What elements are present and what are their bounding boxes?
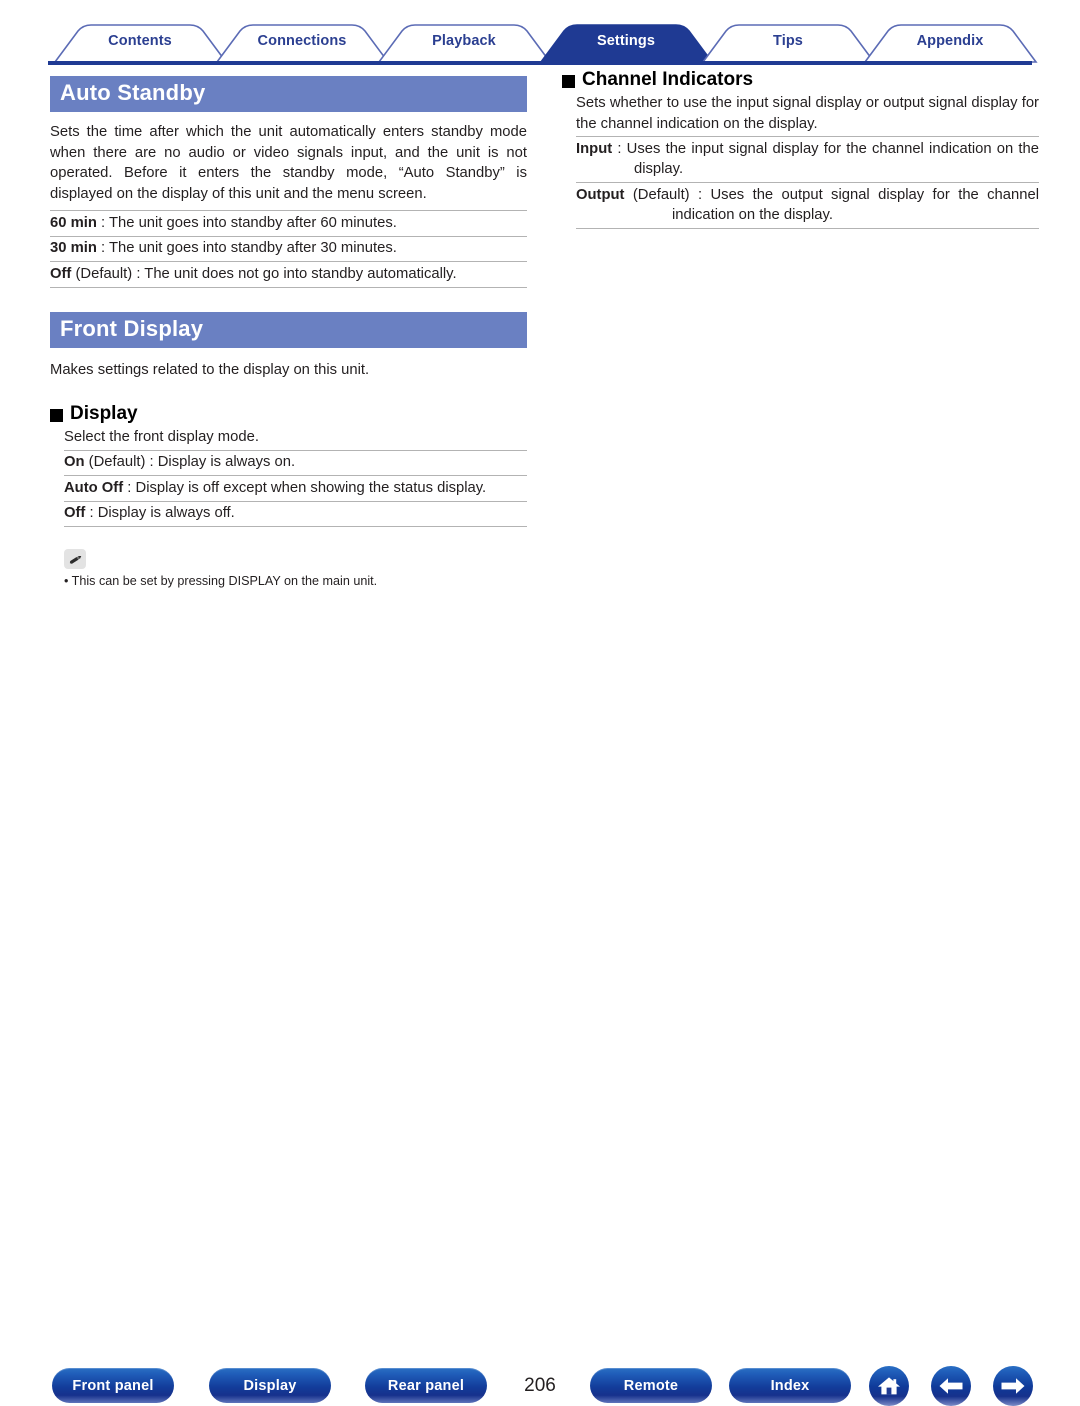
option-term: Off xyxy=(50,265,72,282)
auto-standby-title: Auto Standby xyxy=(50,76,527,112)
section-front-display: Front Display Makes settings related to … xyxy=(50,311,527,591)
left-column: Auto Standby Sets the time after which t… xyxy=(50,76,527,590)
tab-contents[interactable]: Contents xyxy=(108,33,172,49)
option-row: Output (Default) : Uses the output signa… xyxy=(576,182,1039,229)
front-display-intro: Makes settings related to the display on… xyxy=(50,361,370,378)
tab-connections[interactable]: Connections xyxy=(258,33,347,49)
arrow-left-icon xyxy=(939,1378,963,1394)
option-row: Input : Uses the input signal display fo… xyxy=(576,136,1039,182)
option-text: : Display is off except when showing the… xyxy=(123,479,487,496)
option-row: 60 min : The unit goes into standby afte… xyxy=(50,210,527,236)
option-row: Auto Off : Display is off except when sh… xyxy=(64,475,527,501)
note-text: • This can be set by pressing DISPLAY on… xyxy=(64,574,378,588)
option-row: Off : Display is always off. xyxy=(64,500,527,527)
footer-bar: Front panel Display Rear panel 206 Remot… xyxy=(0,676,1080,1406)
channel-indicators-description: Sets whether to use the input signal dis… xyxy=(576,95,1039,132)
option-term: Auto Off xyxy=(64,479,124,496)
square-bullet-icon xyxy=(50,408,63,422)
display-heading-label: Display xyxy=(70,403,138,424)
tab-baseline xyxy=(48,61,1032,65)
option-row: 30 min : The unit goes into standby afte… xyxy=(50,235,527,262)
page-number: 206 xyxy=(524,1375,556,1396)
option-text: (Default) : The unit does not go into st… xyxy=(71,265,457,282)
section-channel-indicators: Channel Indicators Sets whether to use t… xyxy=(562,68,1039,229)
footer-button-remote[interactable]: Remote xyxy=(590,1368,712,1403)
option-term: On xyxy=(64,454,85,470)
option-text: : The unit goes into standby after 60 mi… xyxy=(96,214,397,231)
tab-bar: Contents Connections Playback Settings T… xyxy=(0,0,1080,66)
footer-button-display[interactable]: Display xyxy=(209,1368,331,1403)
note-block: • This can be set by pressing DISPLAY on… xyxy=(50,549,527,590)
footer-button-forward[interactable] xyxy=(993,1366,1033,1406)
channel-indicators-body: Sets whether to use the input signal dis… xyxy=(562,93,1039,229)
tab-appendix[interactable]: Appendix xyxy=(917,33,984,49)
channel-indicators-heading-label: Channel Indicators xyxy=(582,69,754,90)
option-text: (Default) : Display is always on. xyxy=(84,454,296,470)
section-auto-standby: Auto Standby Sets the time after which t… xyxy=(50,76,527,288)
display-body: Select the front display mode. On (Defau… xyxy=(50,427,527,527)
pencil-glyph xyxy=(69,555,81,564)
page-content: Auto Standby Sets the time after which t… xyxy=(0,66,1080,676)
footer-button-index[interactable]: Index xyxy=(729,1368,851,1403)
option-text: : Display is always off. xyxy=(85,505,235,521)
channel-indicators-options: Input : Uses the input signal display fo… xyxy=(576,136,1039,229)
pencil-icon xyxy=(64,549,86,569)
option-term: Off xyxy=(64,505,86,521)
display-description: Select the front display mode. xyxy=(64,429,259,445)
option-term: Output xyxy=(576,186,625,203)
footer-button-rear-panel[interactable]: Rear panel xyxy=(365,1368,487,1403)
channel-indicators-heading: Channel Indicators xyxy=(562,68,1039,92)
option-text: (Default) : Uses the output signal displ… xyxy=(624,186,1039,224)
option-row: On (Default) : Display is always on. xyxy=(64,449,527,476)
arrow-right-icon xyxy=(1001,1378,1025,1394)
footer-button-back[interactable] xyxy=(931,1366,971,1406)
auto-standby-options: 60 min : The unit goes into standby afte… xyxy=(50,210,527,288)
subsection-display: Display Select the front display mode. O… xyxy=(50,402,527,527)
tab-tips[interactable]: Tips xyxy=(773,33,803,49)
tab-settings[interactable]: Settings xyxy=(597,33,655,49)
footer-button-front-panel[interactable]: Front panel xyxy=(52,1368,174,1403)
front-display-title: Front Display xyxy=(50,311,527,348)
option-text: : Uses the input signal display for the … xyxy=(612,140,1039,178)
auto-standby-intro: Sets the time after which the unit autom… xyxy=(50,124,527,202)
option-term: 60 min xyxy=(50,214,97,231)
option-text: : The unit goes into standby after 30 mi… xyxy=(96,240,397,256)
option-term: Input xyxy=(576,140,613,157)
square-bullet-icon xyxy=(562,74,575,88)
right-column: Channel Indicators Sets whether to use t… xyxy=(562,68,1039,229)
display-heading: Display xyxy=(50,402,527,426)
footer-button-home[interactable] xyxy=(869,1366,909,1406)
home-icon xyxy=(878,1377,900,1395)
display-options: On (Default) : Display is always on. Aut… xyxy=(64,449,527,527)
option-term: 30 min xyxy=(50,240,97,256)
option-row: Off (Default) : The unit does not go int… xyxy=(50,261,527,288)
tab-playback[interactable]: Playback xyxy=(432,33,496,49)
